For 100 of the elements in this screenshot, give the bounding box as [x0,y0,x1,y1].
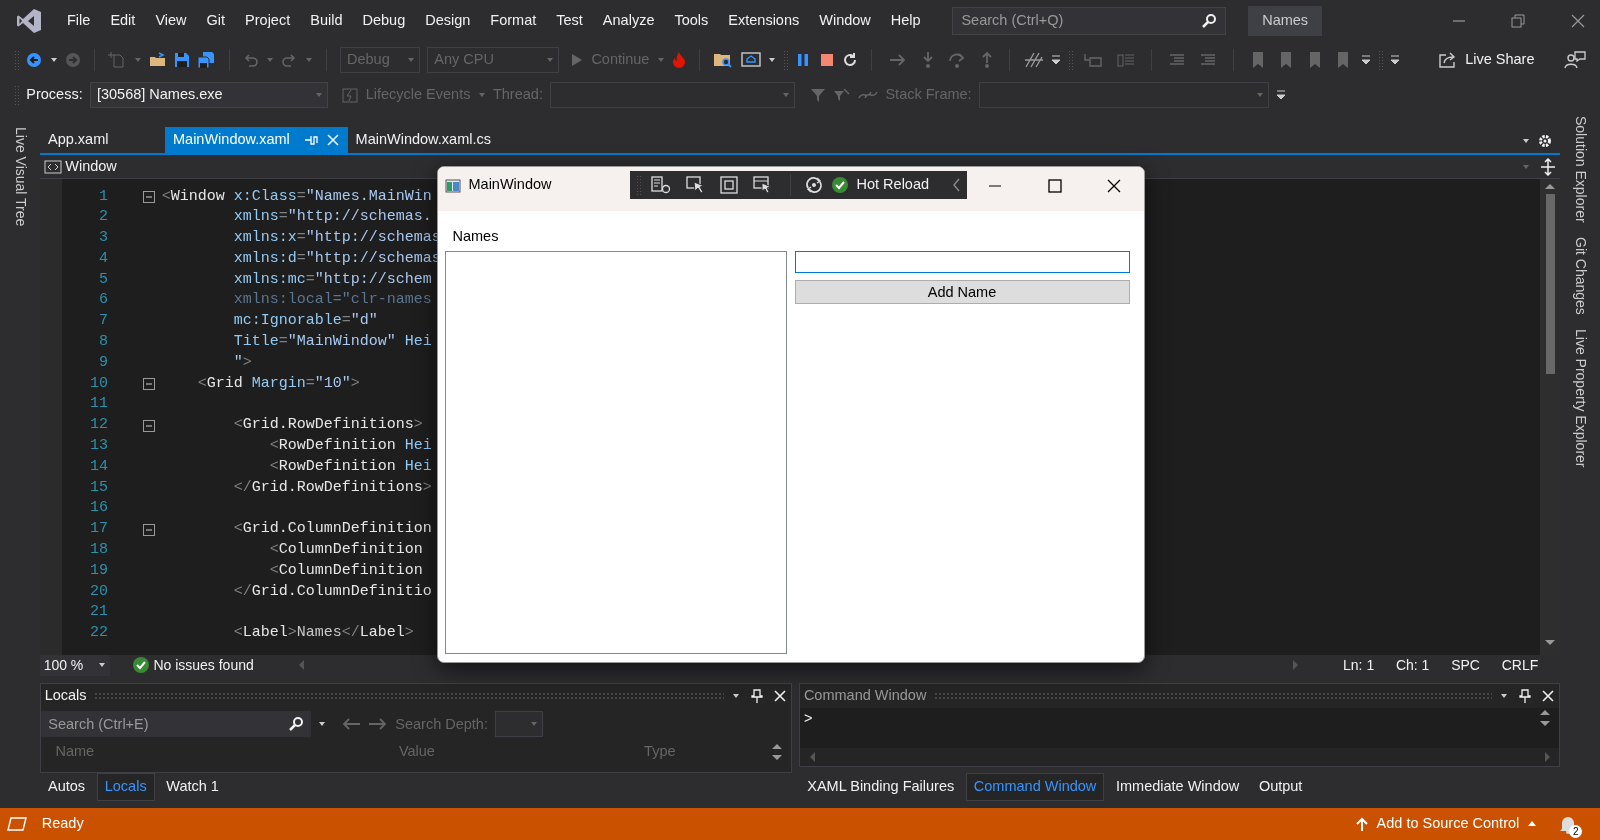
code-line: Title="MainWindow" Hei [232,332,432,353]
line-number: 12 [89,415,108,436]
process-dropdown[interactable]: [30568] Names.exe [89,82,328,108]
scroll-down-icon[interactable] [1544,639,1556,648]
search-icon[interactable] [1201,13,1218,29]
name-input[interactable] [794,250,1130,273]
step-over-icon[interactable] [948,51,967,69]
bookmark-icon[interactable] [1307,51,1322,69]
scroll-up-icon[interactable] [1544,182,1556,191]
search-icon[interactable] [287,716,304,733]
menu-item[interactable]: Test [546,10,593,32]
menu-item[interactable]: Edit [100,10,146,32]
panel-tab[interactable]: Output [1250,773,1311,801]
bookmark-icon[interactable] [1279,51,1294,69]
code-line: <Grid Margin="10"> [196,373,360,394]
scroll-thumb[interactable] [1545,193,1555,374]
restart-icon[interactable] [841,52,858,68]
panel-tab[interactable]: Watch 1 [158,773,227,801]
menu-item[interactable]: File [57,10,101,32]
menu-item[interactable]: Help [880,10,931,32]
panel-title: Locals [44,685,87,705]
document-tab[interactable]: MainWindow.xaml.cs [347,126,499,153]
menu-item[interactable]: Format [480,10,547,32]
settings-icon[interactable] [1536,132,1553,149]
collapse-icon[interactable] [143,378,155,391]
panel-tab[interactable]: Locals [96,773,155,801]
undo-icon[interactable] [242,52,259,68]
select-icon[interactable] [685,176,706,195]
document-tab[interactable]: App.xaml [40,126,165,153]
chevron-icon[interactable] [950,177,961,194]
app-icon [445,177,462,194]
panel-tab[interactable]: Command Window [965,773,1105,801]
menu-item[interactable]: Extensions [718,10,810,32]
collapse-icon[interactable] [143,523,155,536]
lifecycle-icon[interactable] [342,87,359,103]
side-tab[interactable]: Solution Explorer [1569,115,1591,223]
visual-tree-icon[interactable] [651,176,672,195]
panel-tab[interactable]: Autos [40,773,94,801]
panel-tab[interactable]: XAML Binding Failures [799,773,963,801]
zoom-dropdown[interactable]: 100 % [40,654,110,676]
filter-icon[interactable] [809,87,826,103]
panel-tab[interactable]: Immediate Window [1107,773,1248,801]
filter-icon[interactable] [832,87,851,103]
menu-item[interactable]: Design [415,10,481,32]
side-tab[interactable]: Git Changes [1569,236,1591,315]
search-field[interactable]: Search (Ctrl+E) [41,711,311,738]
menu-item[interactable]: Analyze [592,10,665,32]
collapse-icon[interactable] [143,190,155,203]
hot-reload-button[interactable]: Hot Reload [856,174,930,197]
bookmark-icon[interactable] [1336,51,1351,69]
menu-item[interactable]: Tools [664,10,719,32]
hatched-lines-icon[interactable] [1023,51,1044,69]
step-out-icon[interactable] [980,51,993,69]
menu-item[interactable]: Project [235,10,301,32]
menu-item[interactable]: Debug [352,10,416,32]
menu-item[interactable]: Build [300,10,353,32]
pin-icon[interactable] [750,687,763,704]
stop-icon[interactable] [818,52,835,68]
collapse-icon[interactable] [143,419,155,432]
frame-icon[interactable] [720,176,739,195]
step-into-icon[interactable] [921,51,934,69]
line-number: 14 [89,456,108,477]
code-line: <Label>Names</Label> [232,623,414,644]
source-control-button[interactable]: Add to Source Control [1376,813,1520,835]
open-folder-icon[interactable] [148,52,167,68]
side-tab[interactable]: Live Property Explorer [1569,329,1591,468]
add-name-button[interactable]: Add Name [794,280,1130,305]
sync-icon[interactable] [804,176,824,195]
folder-search-icon[interactable] [713,51,734,69]
upload-icon[interactable] [1355,816,1370,832]
save-icon[interactable] [174,52,190,68]
split-icon[interactable] [1540,158,1557,176]
line-number: 18 [89,540,108,561]
scroll-right-icon[interactable] [1543,750,1552,763]
side-tab[interactable]: Live Visual Tree [9,126,31,226]
status-text: CRLF [1501,655,1539,675]
flame-icon[interactable] [671,51,686,69]
arrow-icon[interactable] [889,52,908,68]
feedback-icon[interactable] [1563,50,1586,70]
navigation-dropdown[interactable]: Window [65,156,117,178]
close-icon[interactable] [1106,177,1123,194]
code-line: "> [232,352,252,373]
screen-icon[interactable] [740,51,761,69]
back-icon[interactable] [26,52,43,68]
live-share-button[interactable]: Live Share [1430,49,1542,71]
logo-icon[interactable] [14,7,43,35]
pin-icon[interactable] [1518,687,1531,704]
menu-item[interactable]: Git [196,10,236,32]
maximize-icon[interactable] [1046,177,1063,194]
line-number: 3 [98,228,108,249]
bookmark-icon[interactable] [1250,51,1265,69]
menu-item[interactable]: Window [809,10,881,32]
select-icon[interactable] [752,176,773,195]
search-field[interactable]: Search (Ctrl+Q) [952,7,1227,35]
save-all-icon[interactable] [197,51,216,69]
redo-icon[interactable] [281,52,298,68]
menu-item[interactable]: View [145,10,197,32]
command-prompt: > [802,708,814,728]
line-number: 15 [89,477,108,498]
restore-icon[interactable] [1510,13,1526,29]
